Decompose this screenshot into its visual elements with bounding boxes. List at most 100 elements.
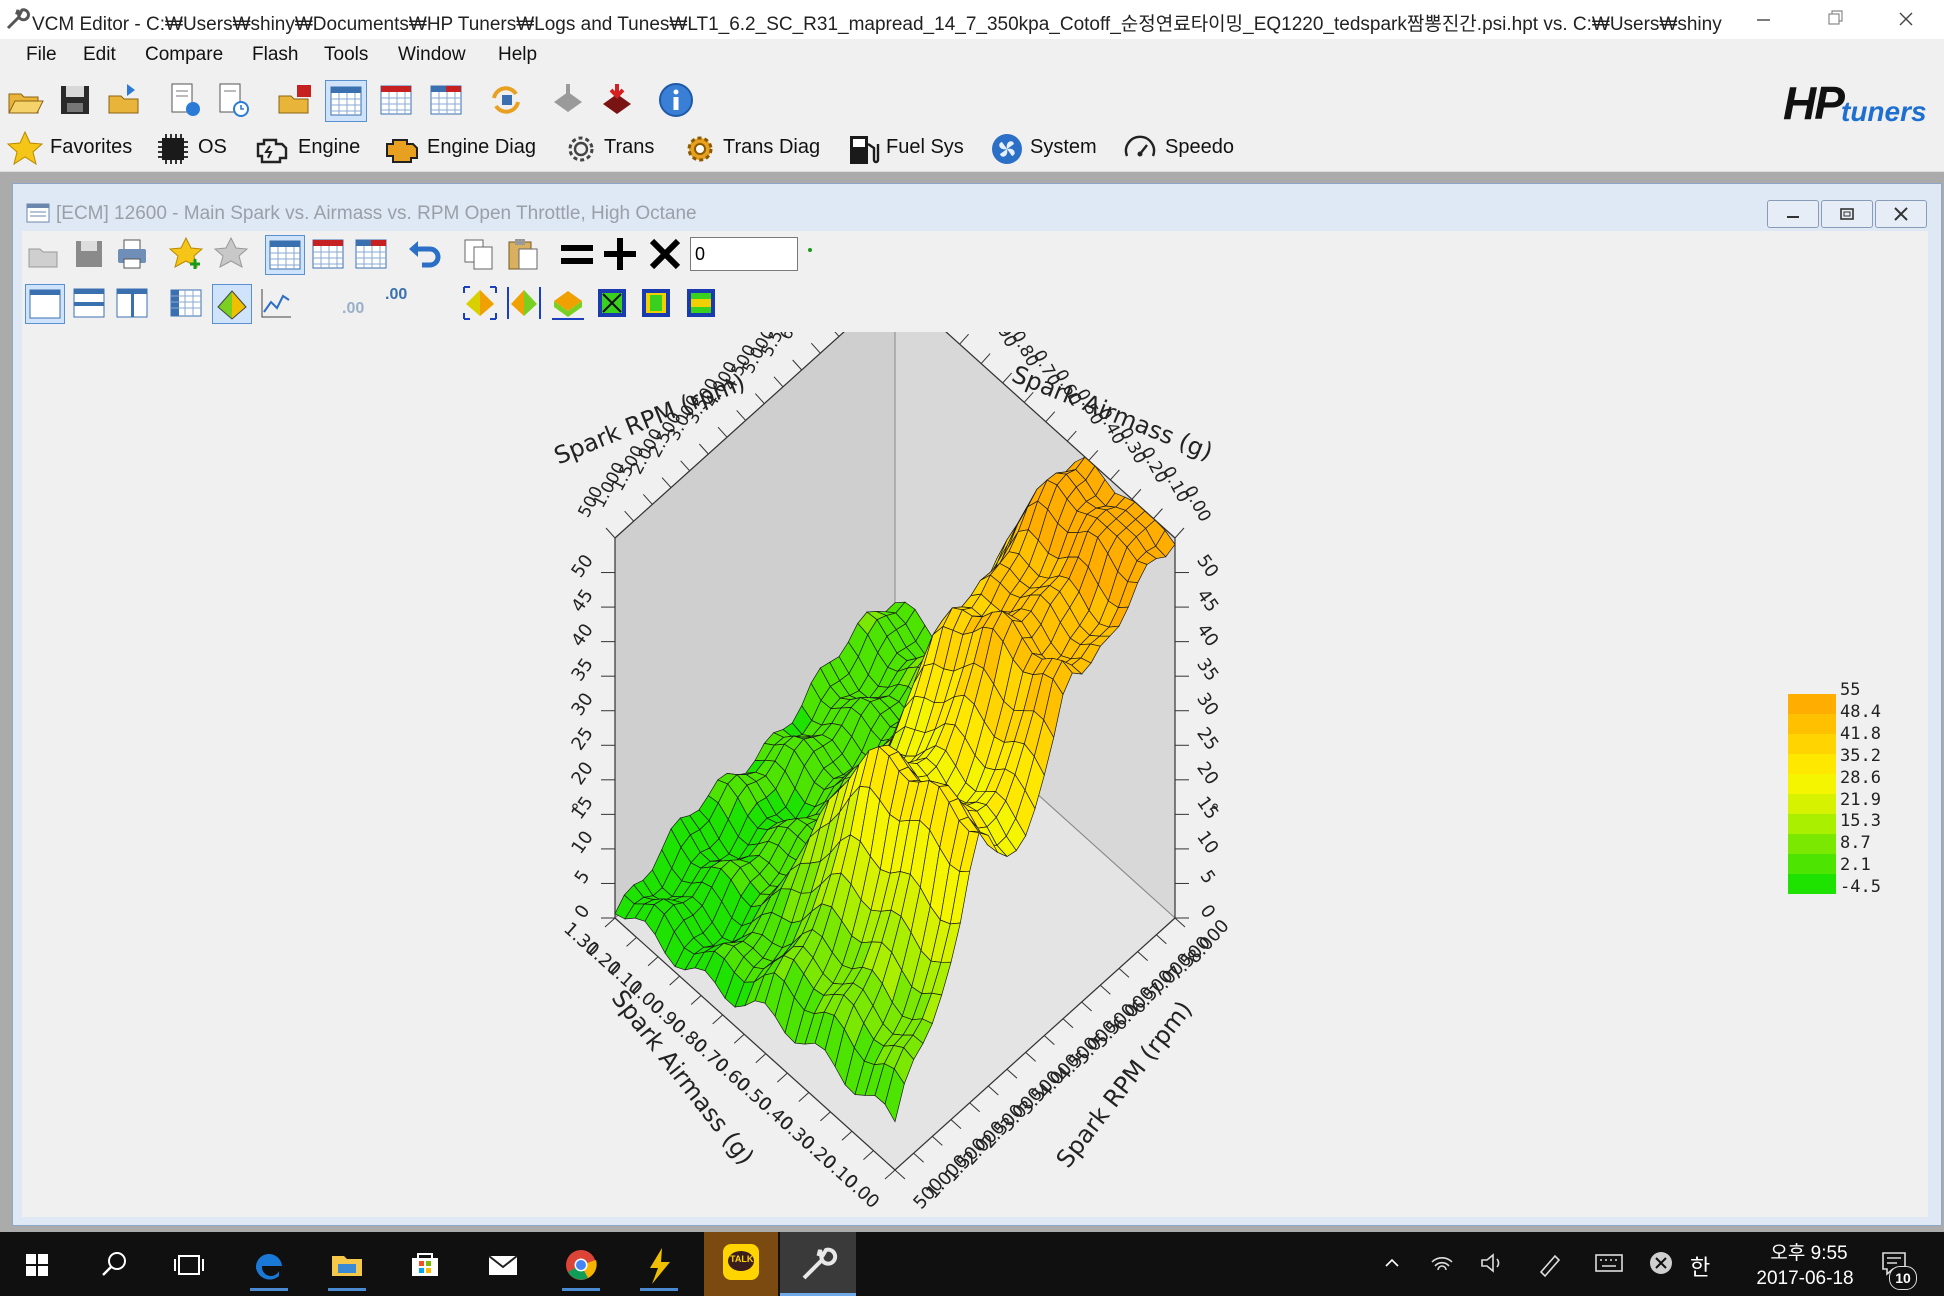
child-close-button[interactable] xyxy=(1875,200,1927,228)
legend-toggle-icon[interactable] xyxy=(682,284,720,322)
write-vehicle-icon[interactable] xyxy=(597,80,637,120)
nav-system[interactable]: System xyxy=(988,128,1108,168)
info-icon[interactable] xyxy=(656,80,696,120)
fuel-pump-icon xyxy=(850,136,880,164)
open-folder-icon[interactable] xyxy=(5,80,45,120)
nav-favorites[interactable]: Favorites xyxy=(6,128,136,168)
save-icon[interactable] xyxy=(55,80,95,120)
z-tick-label-left: 35 xyxy=(567,654,597,685)
editor-open-icon[interactable] xyxy=(25,235,63,273)
y-tick xyxy=(894,1169,906,1180)
kakaotalk-task-button[interactable]: TALK xyxy=(704,1232,778,1296)
ime-language-indicator[interactable]: 한 xyxy=(1690,1250,1710,1282)
surface-flat-icon[interactable] xyxy=(549,284,587,322)
show-hidden-icons-chevron-icon[interactable] xyxy=(1375,1246,1409,1280)
search-icon[interactable] xyxy=(88,1238,142,1292)
remove-favorite-icon[interactable] xyxy=(212,235,250,273)
less-decimals-button[interactable]: .00 xyxy=(340,286,376,322)
nav-trans-diag[interactable]: Trans Diag xyxy=(681,128,831,168)
add-value-icon[interactable] xyxy=(601,235,639,273)
open-recent-icon[interactable] xyxy=(105,80,145,120)
add-favorite-icon[interactable] xyxy=(167,235,205,273)
split-vertical-icon[interactable] xyxy=(113,284,151,322)
x-tick xyxy=(690,995,702,1005)
split-horizontal-icon[interactable] xyxy=(70,284,108,322)
menu-flash[interactable]: Flash xyxy=(252,44,298,66)
windows-start-icon[interactable] xyxy=(10,1238,64,1292)
chrome-icon[interactable] xyxy=(554,1238,608,1292)
single-view-icon[interactable] xyxy=(25,284,65,324)
undo-icon[interactable] xyxy=(406,235,444,273)
y-tick xyxy=(1081,1001,1093,1012)
difference-table-icon[interactable] xyxy=(426,80,466,120)
gear-warning-icon xyxy=(687,136,713,162)
vehicle-info-icon[interactable] xyxy=(165,80,205,120)
menu-file[interactable]: File xyxy=(26,44,57,66)
z-tick-label-right: 45 xyxy=(1192,585,1222,616)
edge-browser-icon[interactable] xyxy=(242,1238,296,1292)
surface-tilt-icon[interactable] xyxy=(505,284,543,322)
sync-tune-icon[interactable] xyxy=(486,80,526,120)
surface-plot[interactable]: 0 05 510 1015 1520 2025 2530 3035 3540 4045 4550 50… xyxy=(22,332,1782,1212)
clock-date[interactable]: 2017-06-18 xyxy=(1740,1268,1870,1290)
legend-swatch xyxy=(1788,814,1836,834)
x-tick xyxy=(841,1130,853,1141)
color-map-icon[interactable] xyxy=(637,284,675,322)
touch-keyboard-icon[interactable] xyxy=(1592,1246,1626,1280)
menu-help[interactable]: Help xyxy=(498,44,537,66)
table-grid-icon[interactable] xyxy=(167,284,205,322)
compare-table-icon[interactable] xyxy=(376,80,416,120)
3d-surface-view-icon[interactable] xyxy=(212,284,252,324)
table-view-icon[interactable] xyxy=(325,80,367,122)
clock-time[interactable]: 오후 9:55 xyxy=(1754,1238,1864,1265)
close-window-button[interactable] xyxy=(1877,2,1935,36)
network-wifi-icon[interactable] xyxy=(1425,1246,1459,1280)
nav-speedo[interactable]: Speedo xyxy=(1121,128,1241,168)
menu-compare[interactable]: Compare xyxy=(145,44,223,66)
y-tick-top xyxy=(698,443,709,455)
copy-icon[interactable] xyxy=(460,235,498,273)
scanner-lightning-icon[interactable] xyxy=(632,1238,686,1292)
nav-os[interactable]: OS xyxy=(154,128,234,168)
nav-trans[interactable]: Trans xyxy=(562,128,672,168)
surface-rotate-icon[interactable] xyxy=(461,284,499,322)
set-equal-icon[interactable] xyxy=(558,235,596,273)
nav-engine[interactable]: Engine xyxy=(252,128,362,168)
child-restore-button[interactable] xyxy=(1821,200,1873,228)
volume-icon[interactable] xyxy=(1474,1246,1508,1280)
file-explorer-icon[interactable] xyxy=(320,1238,374,1292)
editor-table-view-icon[interactable] xyxy=(265,235,305,275)
operation-value-input[interactable] xyxy=(690,237,798,271)
vcm-editor-task-button[interactable] xyxy=(780,1232,856,1296)
nav-engine-diag[interactable]: Engine Diag xyxy=(383,128,543,168)
menu-tools[interactable]: Tools xyxy=(324,44,368,66)
task-view-icon[interactable] xyxy=(162,1238,216,1292)
input-indicator-dot xyxy=(808,248,812,252)
multiply-value-icon[interactable] xyxy=(646,235,684,273)
paste-icon[interactable] xyxy=(503,235,541,273)
check-engine-icon xyxy=(386,139,418,163)
editor-save-icon[interactable] xyxy=(70,235,108,273)
minimize-window-button[interactable] xyxy=(1734,2,1792,36)
print-icon[interactable] xyxy=(113,235,151,273)
history-icon[interactable] xyxy=(213,80,253,120)
editor-difference-table-icon[interactable] xyxy=(352,235,390,273)
child-minimize-button[interactable] xyxy=(1767,200,1819,228)
mail-icon[interactable] xyxy=(476,1238,530,1292)
menu-edit[interactable]: Edit xyxy=(83,44,116,66)
input-indicator-icon[interactable] xyxy=(1644,1246,1678,1280)
pen-workspace-icon[interactable] xyxy=(1533,1246,1567,1280)
nav-fuel-sys[interactable]: Fuel Sys xyxy=(844,128,969,168)
more-decimals-button[interactable]: .00 xyxy=(383,286,419,322)
x-tick xyxy=(884,1169,896,1180)
line-graph-icon[interactable] xyxy=(257,284,295,322)
restore-window-button[interactable] xyxy=(1805,2,1863,36)
y-tick xyxy=(1062,1018,1074,1029)
editor-compare-table-icon[interactable] xyxy=(309,235,347,273)
store-icon[interactable] xyxy=(398,1238,452,1292)
read-vehicle-icon[interactable] xyxy=(548,80,588,120)
x-tick xyxy=(820,1111,831,1122)
menu-window[interactable]: Window xyxy=(398,44,466,66)
zoom-fit-icon[interactable] xyxy=(593,284,631,322)
open-tune-icon[interactable] xyxy=(275,80,315,120)
